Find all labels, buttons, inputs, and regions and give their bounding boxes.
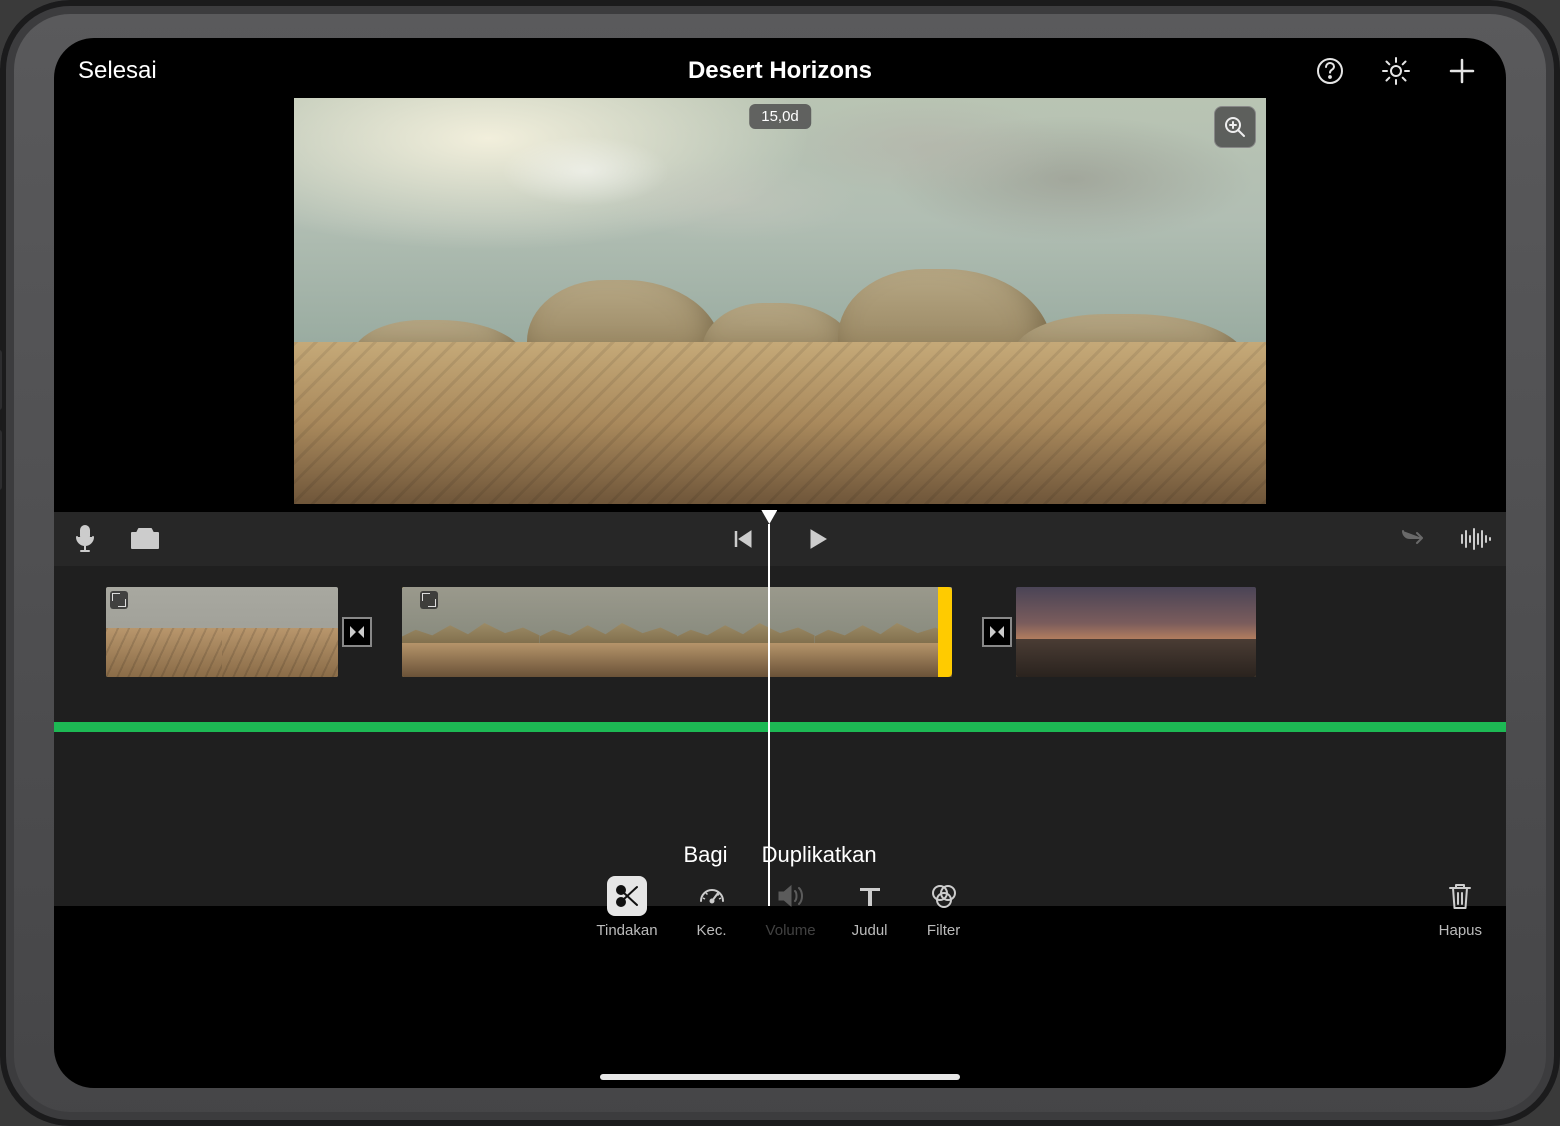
transition-2[interactable] (982, 617, 1012, 647)
clip-3[interactable] (1016, 587, 1256, 677)
project-title: Desert Horizons (54, 57, 1506, 85)
delete-label: Hapus (1439, 922, 1482, 939)
speedometer-icon (692, 876, 732, 916)
speaker-icon (771, 876, 811, 916)
audio-track[interactable] (54, 722, 1506, 732)
waveform-icon[interactable] (1458, 522, 1492, 556)
preview-ground (294, 342, 1266, 504)
tool-filter[interactable]: Filter (924, 876, 964, 939)
preview-viewer[interactable]: 15,0d (294, 98, 1266, 504)
playback-bar (54, 512, 1506, 566)
delete-button[interactable]: Hapus (1439, 876, 1482, 939)
transition-1[interactable] (342, 617, 372, 647)
tool-label: Tindakan (596, 922, 657, 939)
tool-label: Kec. (697, 922, 727, 939)
play-icon[interactable] (800, 522, 834, 556)
tool-label: Filter (927, 922, 960, 939)
title-icon (850, 876, 890, 916)
tool-kec[interactable]: Kec. (692, 876, 732, 939)
ken-burns-icon (110, 591, 128, 609)
skip-back-icon[interactable] (726, 522, 760, 556)
top-bar: Selesai Desert Horizons (54, 44, 1506, 98)
duration-badge: 15,0d (749, 104, 811, 129)
tool-tindakan[interactable]: Tindakan (596, 876, 657, 939)
bottom-toolbar: Tindakan Kec. Volume (54, 876, 1506, 939)
volume-up-hw-button (0, 350, 2, 410)
help-icon[interactable] (1310, 51, 1350, 91)
tool-label: Volume (766, 922, 816, 939)
undo-icon[interactable] (1398, 522, 1432, 556)
split-action[interactable]: Bagi (683, 842, 727, 867)
ken-burns-icon (420, 591, 438, 609)
trash-icon (1440, 876, 1480, 916)
duplicate-action[interactable]: Duplikatkan (762, 842, 877, 867)
scissors-icon (607, 876, 647, 916)
clip-1[interactable] (106, 587, 338, 677)
tool-volume: Volume (766, 876, 816, 939)
microphone-icon[interactable] (68, 522, 102, 556)
gear-icon[interactable] (1376, 51, 1416, 91)
screen: Selesai Desert Horizons 15, (54, 38, 1506, 1088)
device-frame: Selesai Desert Horizons 15, (0, 0, 1560, 1126)
plus-icon[interactable] (1442, 51, 1482, 91)
filter-circles-icon (924, 876, 964, 916)
context-actions: Bagi Duplikatkan (54, 842, 1506, 868)
top-bar-right (1310, 51, 1482, 91)
tool-label: Judul (852, 922, 888, 939)
home-indicator[interactable] (600, 1074, 960, 1080)
magnify-plus-icon[interactable] (1214, 106, 1256, 148)
tool-judul[interactable]: Judul (850, 876, 890, 939)
done-button[interactable]: Selesai (78, 57, 157, 85)
volume-down-hw-button (0, 430, 2, 490)
timeline[interactable]: Bagi Duplikatkan Tindakan Kec. (54, 566, 1506, 906)
clips-row (54, 582, 1506, 682)
clip-2-selected[interactable] (402, 587, 952, 677)
camera-icon[interactable] (128, 522, 162, 556)
